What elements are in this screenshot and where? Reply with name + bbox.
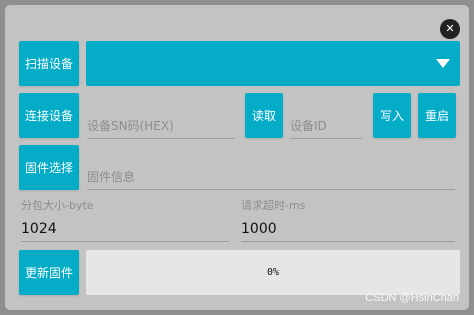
device-dropdown[interactable] (86, 41, 460, 86)
read-label: 读取 (251, 109, 276, 123)
timeout-label: 请求超时-ms (241, 199, 306, 212)
device-id-placeholder: 设备ID (290, 119, 327, 133)
packet-size-label: 分包大小-byte (21, 199, 94, 212)
close-icon[interactable]: ✕ (440, 19, 460, 39)
packet-size-value: 1024 (21, 221, 57, 237)
update-firmware-label: 更新固件 (24, 266, 73, 280)
write-button[interactable]: 写入 (373, 93, 411, 138)
connect-device-button[interactable]: 连接设备 (19, 93, 79, 138)
firmware-update-panel: ✕ 扫描设备 连接设备 设备SN码(HEX) 读取 设备ID 写入 重启 固件选… (5, 5, 469, 310)
timeout-value: 1000 (241, 221, 277, 237)
packet-size-input[interactable]: 1024 (21, 217, 229, 242)
scan-device-label: 扫描设备 (24, 57, 73, 71)
chevron-down-icon (436, 59, 450, 68)
device-sn-placeholder: 设备SN码(HEX) (87, 119, 174, 133)
scan-device-button[interactable]: 扫描设备 (19, 41, 79, 86)
app-window: ✕ 扫描设备 连接设备 设备SN码(HEX) 读取 设备ID 写入 重启 固件选… (0, 0, 474, 315)
restart-button[interactable]: 重启 (418, 93, 456, 138)
firmware-select-button[interactable]: 固件选择 (19, 145, 79, 190)
firmware-select-label: 固件选择 (24, 161, 73, 175)
connect-device-label: 连接设备 (24, 109, 73, 123)
firmware-progress-bar: 0% (86, 250, 460, 295)
firmware-info-field: 固件信息 (87, 165, 455, 190)
read-button[interactable]: 读取 (245, 93, 283, 138)
progress-label: 0% (266, 267, 280, 278)
device-sn-input[interactable]: 设备SN码(HEX) (87, 114, 235, 139)
restart-label: 重启 (424, 109, 449, 123)
watermark-text: CSDN @HsinChan (365, 292, 459, 304)
write-label: 写入 (379, 109, 404, 123)
device-id-input[interactable]: 设备ID (290, 114, 362, 139)
timeout-input[interactable]: 1000 (241, 217, 455, 242)
firmware-info-placeholder: 固件信息 (87, 170, 136, 184)
update-firmware-button[interactable]: 更新固件 (19, 250, 79, 295)
